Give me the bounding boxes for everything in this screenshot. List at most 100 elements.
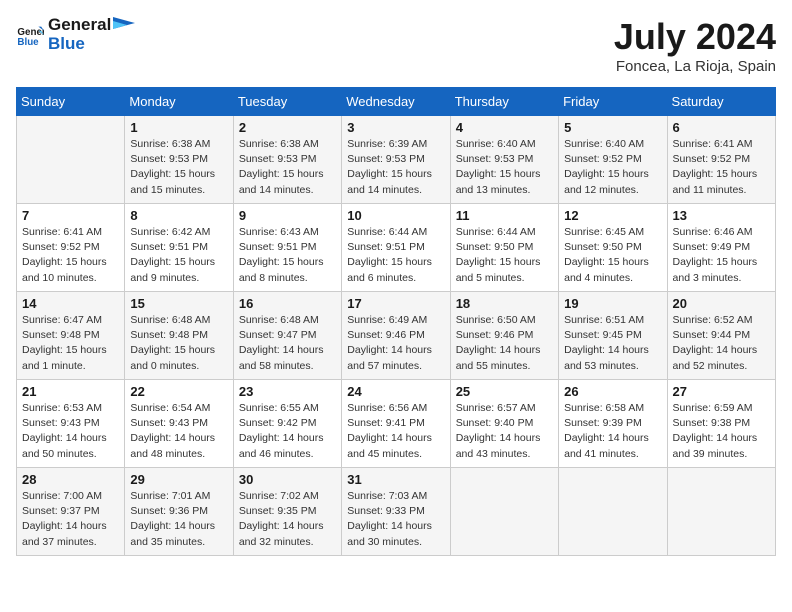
calendar-body: 1 Sunrise: 6:38 AM Sunset: 9:53 PM Daylig… [17, 116, 776, 556]
day-number: 4 [456, 120, 553, 135]
calendar-week-row: 1 Sunrise: 6:38 AM Sunset: 9:53 PM Daylig… [17, 116, 776, 204]
logo: General Blue General Blue [16, 16, 135, 53]
day-info: Sunrise: 6:55 AM Sunset: 9:42 PM Dayligh… [239, 401, 336, 462]
calendar-cell: 4 Sunrise: 6:40 AM Sunset: 9:53 PM Daylig… [450, 116, 558, 204]
day-number: 8 [130, 208, 227, 223]
calendar-cell: 29 Sunrise: 7:01 AM Sunset: 9:36 PM Dayli… [125, 468, 233, 556]
month-title: July 2024 [614, 16, 776, 58]
day-of-week-header: Wednesday [342, 88, 450, 116]
day-info: Sunrise: 6:41 AM Sunset: 9:52 PM Dayligh… [22, 225, 119, 286]
calendar-cell: 19Sunrise: 6:51 AM Sunset: 9:45 PM Dayli… [559, 292, 667, 380]
day-number: 10 [347, 208, 444, 223]
day-number: 11 [456, 208, 553, 223]
day-info: Sunrise: 6:38 AM Sunset: 9:53 PM Dayligh… [239, 137, 336, 198]
day-number: 25 [456, 384, 553, 399]
day-info: Sunrise: 6:43 AM Sunset: 9:51 PM Dayligh… [239, 225, 336, 286]
day-number: 9 [239, 208, 336, 223]
page-header: General Blue General Blue July 2024 Fonc… [16, 16, 776, 75]
calendar-week-row: 21Sunrise: 6:53 AM Sunset: 9:43 PM Dayli… [17, 380, 776, 468]
day-info: Sunrise: 6:48 AM Sunset: 9:47 PM Dayligh… [239, 313, 336, 374]
day-info: Sunrise: 6:42 AM Sunset: 9:51 PM Dayligh… [130, 225, 227, 286]
day-number: 27 [673, 384, 770, 399]
day-info: Sunrise: 6:40 AM Sunset: 9:52 PM Dayligh… [564, 137, 661, 198]
calendar-cell: 12 Sunrise: 6:45 AM Sunset: 9:50 PM Dayli… [559, 204, 667, 292]
logo-flag-icon [113, 17, 135, 33]
calendar-cell: 7 Sunrise: 6:41 AM Sunset: 9:52 PM Daylig… [17, 204, 125, 292]
calendar-week-row: 28 Sunrise: 7:00 AM Sunset: 9:37 PM Dayli… [17, 468, 776, 556]
calendar-cell: 15Sunrise: 6:48 AM Sunset: 9:48 PM Dayli… [125, 292, 233, 380]
calendar-cell: 30 Sunrise: 7:02 AM Sunset: 9:35 PM Dayli… [233, 468, 341, 556]
day-number: 6 [673, 120, 770, 135]
day-of-week-header: Saturday [667, 88, 775, 116]
calendar-cell: 25Sunrise: 6:57 AM Sunset: 9:40 PM Dayli… [450, 380, 558, 468]
location: Foncea, La Rioja, Spain [614, 58, 776, 75]
day-number: 16 [239, 296, 336, 311]
day-of-week-header: Friday [559, 88, 667, 116]
day-number: 1 [130, 120, 227, 135]
day-number: 13 [673, 208, 770, 223]
day-info: Sunrise: 6:49 AM Sunset: 9:46 PM Dayligh… [347, 313, 444, 374]
day-number: 14 [22, 296, 119, 311]
day-info: Sunrise: 7:01 AM Sunset: 9:36 PM Dayligh… [130, 489, 227, 550]
calendar-cell: 22 Sunrise: 6:54 AM Sunset: 9:43 PM Dayli… [125, 380, 233, 468]
logo-general-text: General [48, 16, 135, 35]
calendar-cell: 9 Sunrise: 6:43 AM Sunset: 9:51 PM Daylig… [233, 204, 341, 292]
day-number: 22 [130, 384, 227, 399]
calendar-cell: 6 Sunrise: 6:41 AM Sunset: 9:52 PM Daylig… [667, 116, 775, 204]
calendar-cell: 17Sunrise: 6:49 AM Sunset: 9:46 PM Dayli… [342, 292, 450, 380]
day-info: Sunrise: 6:39 AM Sunset: 9:53 PM Dayligh… [347, 137, 444, 198]
calendar-cell: 26 Sunrise: 6:58 AM Sunset: 9:39 PM Dayli… [559, 380, 667, 468]
calendar-cell: 21Sunrise: 6:53 AM Sunset: 9:43 PM Dayli… [17, 380, 125, 468]
calendar-week-row: 7 Sunrise: 6:41 AM Sunset: 9:52 PM Daylig… [17, 204, 776, 292]
calendar-cell: 28 Sunrise: 7:00 AM Sunset: 9:37 PM Dayli… [17, 468, 125, 556]
day-info: Sunrise: 6:40 AM Sunset: 9:53 PM Dayligh… [456, 137, 553, 198]
calendar-cell [667, 468, 775, 556]
day-number: 24 [347, 384, 444, 399]
day-info: Sunrise: 6:46 AM Sunset: 9:49 PM Dayligh… [673, 225, 770, 286]
day-info: Sunrise: 6:48 AM Sunset: 9:48 PM Dayligh… [130, 313, 227, 374]
day-info: Sunrise: 6:44 AM Sunset: 9:50 PM Dayligh… [456, 225, 553, 286]
header-row: SundayMondayTuesdayWednesdayThursdayFrid… [17, 88, 776, 116]
calendar-cell: 27 Sunrise: 6:59 AM Sunset: 9:38 PM Dayli… [667, 380, 775, 468]
calendar-cell: 2 Sunrise: 6:38 AM Sunset: 9:53 PM Daylig… [233, 116, 341, 204]
calendar-cell: 18 Sunrise: 6:50 AM Sunset: 9:46 PM Dayli… [450, 292, 558, 380]
day-number: 2 [239, 120, 336, 135]
day-info: Sunrise: 7:00 AM Sunset: 9:37 PM Dayligh… [22, 489, 119, 550]
logo-icon: General Blue [16, 21, 44, 49]
calendar-cell: 3Sunrise: 6:39 AM Sunset: 9:53 PM Daylig… [342, 116, 450, 204]
title-block: July 2024 Foncea, La Rioja, Spain [614, 16, 776, 75]
day-number: 18 [456, 296, 553, 311]
calendar-cell: 31Sunrise: 7:03 AM Sunset: 9:33 PM Dayli… [342, 468, 450, 556]
day-number: 30 [239, 472, 336, 487]
day-number: 23 [239, 384, 336, 399]
day-number: 21 [22, 384, 119, 399]
day-number: 31 [347, 472, 444, 487]
day-info: Sunrise: 7:02 AM Sunset: 9:35 PM Dayligh… [239, 489, 336, 550]
day-info: Sunrise: 6:44 AM Sunset: 9:51 PM Dayligh… [347, 225, 444, 286]
day-info: Sunrise: 6:45 AM Sunset: 9:50 PM Dayligh… [564, 225, 661, 286]
calendar-cell: 13 Sunrise: 6:46 AM Sunset: 9:49 PM Dayli… [667, 204, 775, 292]
calendar-cell: 5 Sunrise: 6:40 AM Sunset: 9:52 PM Daylig… [559, 116, 667, 204]
day-number: 7 [22, 208, 119, 223]
day-info: Sunrise: 6:58 AM Sunset: 9:39 PM Dayligh… [564, 401, 661, 462]
day-number: 28 [22, 472, 119, 487]
calendar-cell: 11 Sunrise: 6:44 AM Sunset: 9:50 PM Dayli… [450, 204, 558, 292]
day-info: Sunrise: 6:59 AM Sunset: 9:38 PM Dayligh… [673, 401, 770, 462]
day-of-week-header: Thursday [450, 88, 558, 116]
calendar-week-row: 14Sunrise: 6:47 AM Sunset: 9:48 PM Dayli… [17, 292, 776, 380]
calendar-cell [450, 468, 558, 556]
day-number: 29 [130, 472, 227, 487]
day-info: Sunrise: 6:50 AM Sunset: 9:46 PM Dayligh… [456, 313, 553, 374]
day-info: Sunrise: 6:56 AM Sunset: 9:41 PM Dayligh… [347, 401, 444, 462]
day-of-week-header: Sunday [17, 88, 125, 116]
day-number: 5 [564, 120, 661, 135]
calendar-cell [17, 116, 125, 204]
day-number: 26 [564, 384, 661, 399]
day-number: 12 [564, 208, 661, 223]
logo-blue-text: Blue [48, 35, 135, 54]
calendar-table: SundayMondayTuesdayWednesdayThursdayFrid… [16, 87, 776, 556]
day-info: Sunrise: 6:41 AM Sunset: 9:52 PM Dayligh… [673, 137, 770, 198]
calendar-cell: 10 Sunrise: 6:44 AM Sunset: 9:51 PM Dayli… [342, 204, 450, 292]
day-number: 20 [673, 296, 770, 311]
day-info: Sunrise: 6:54 AM Sunset: 9:43 PM Dayligh… [130, 401, 227, 462]
